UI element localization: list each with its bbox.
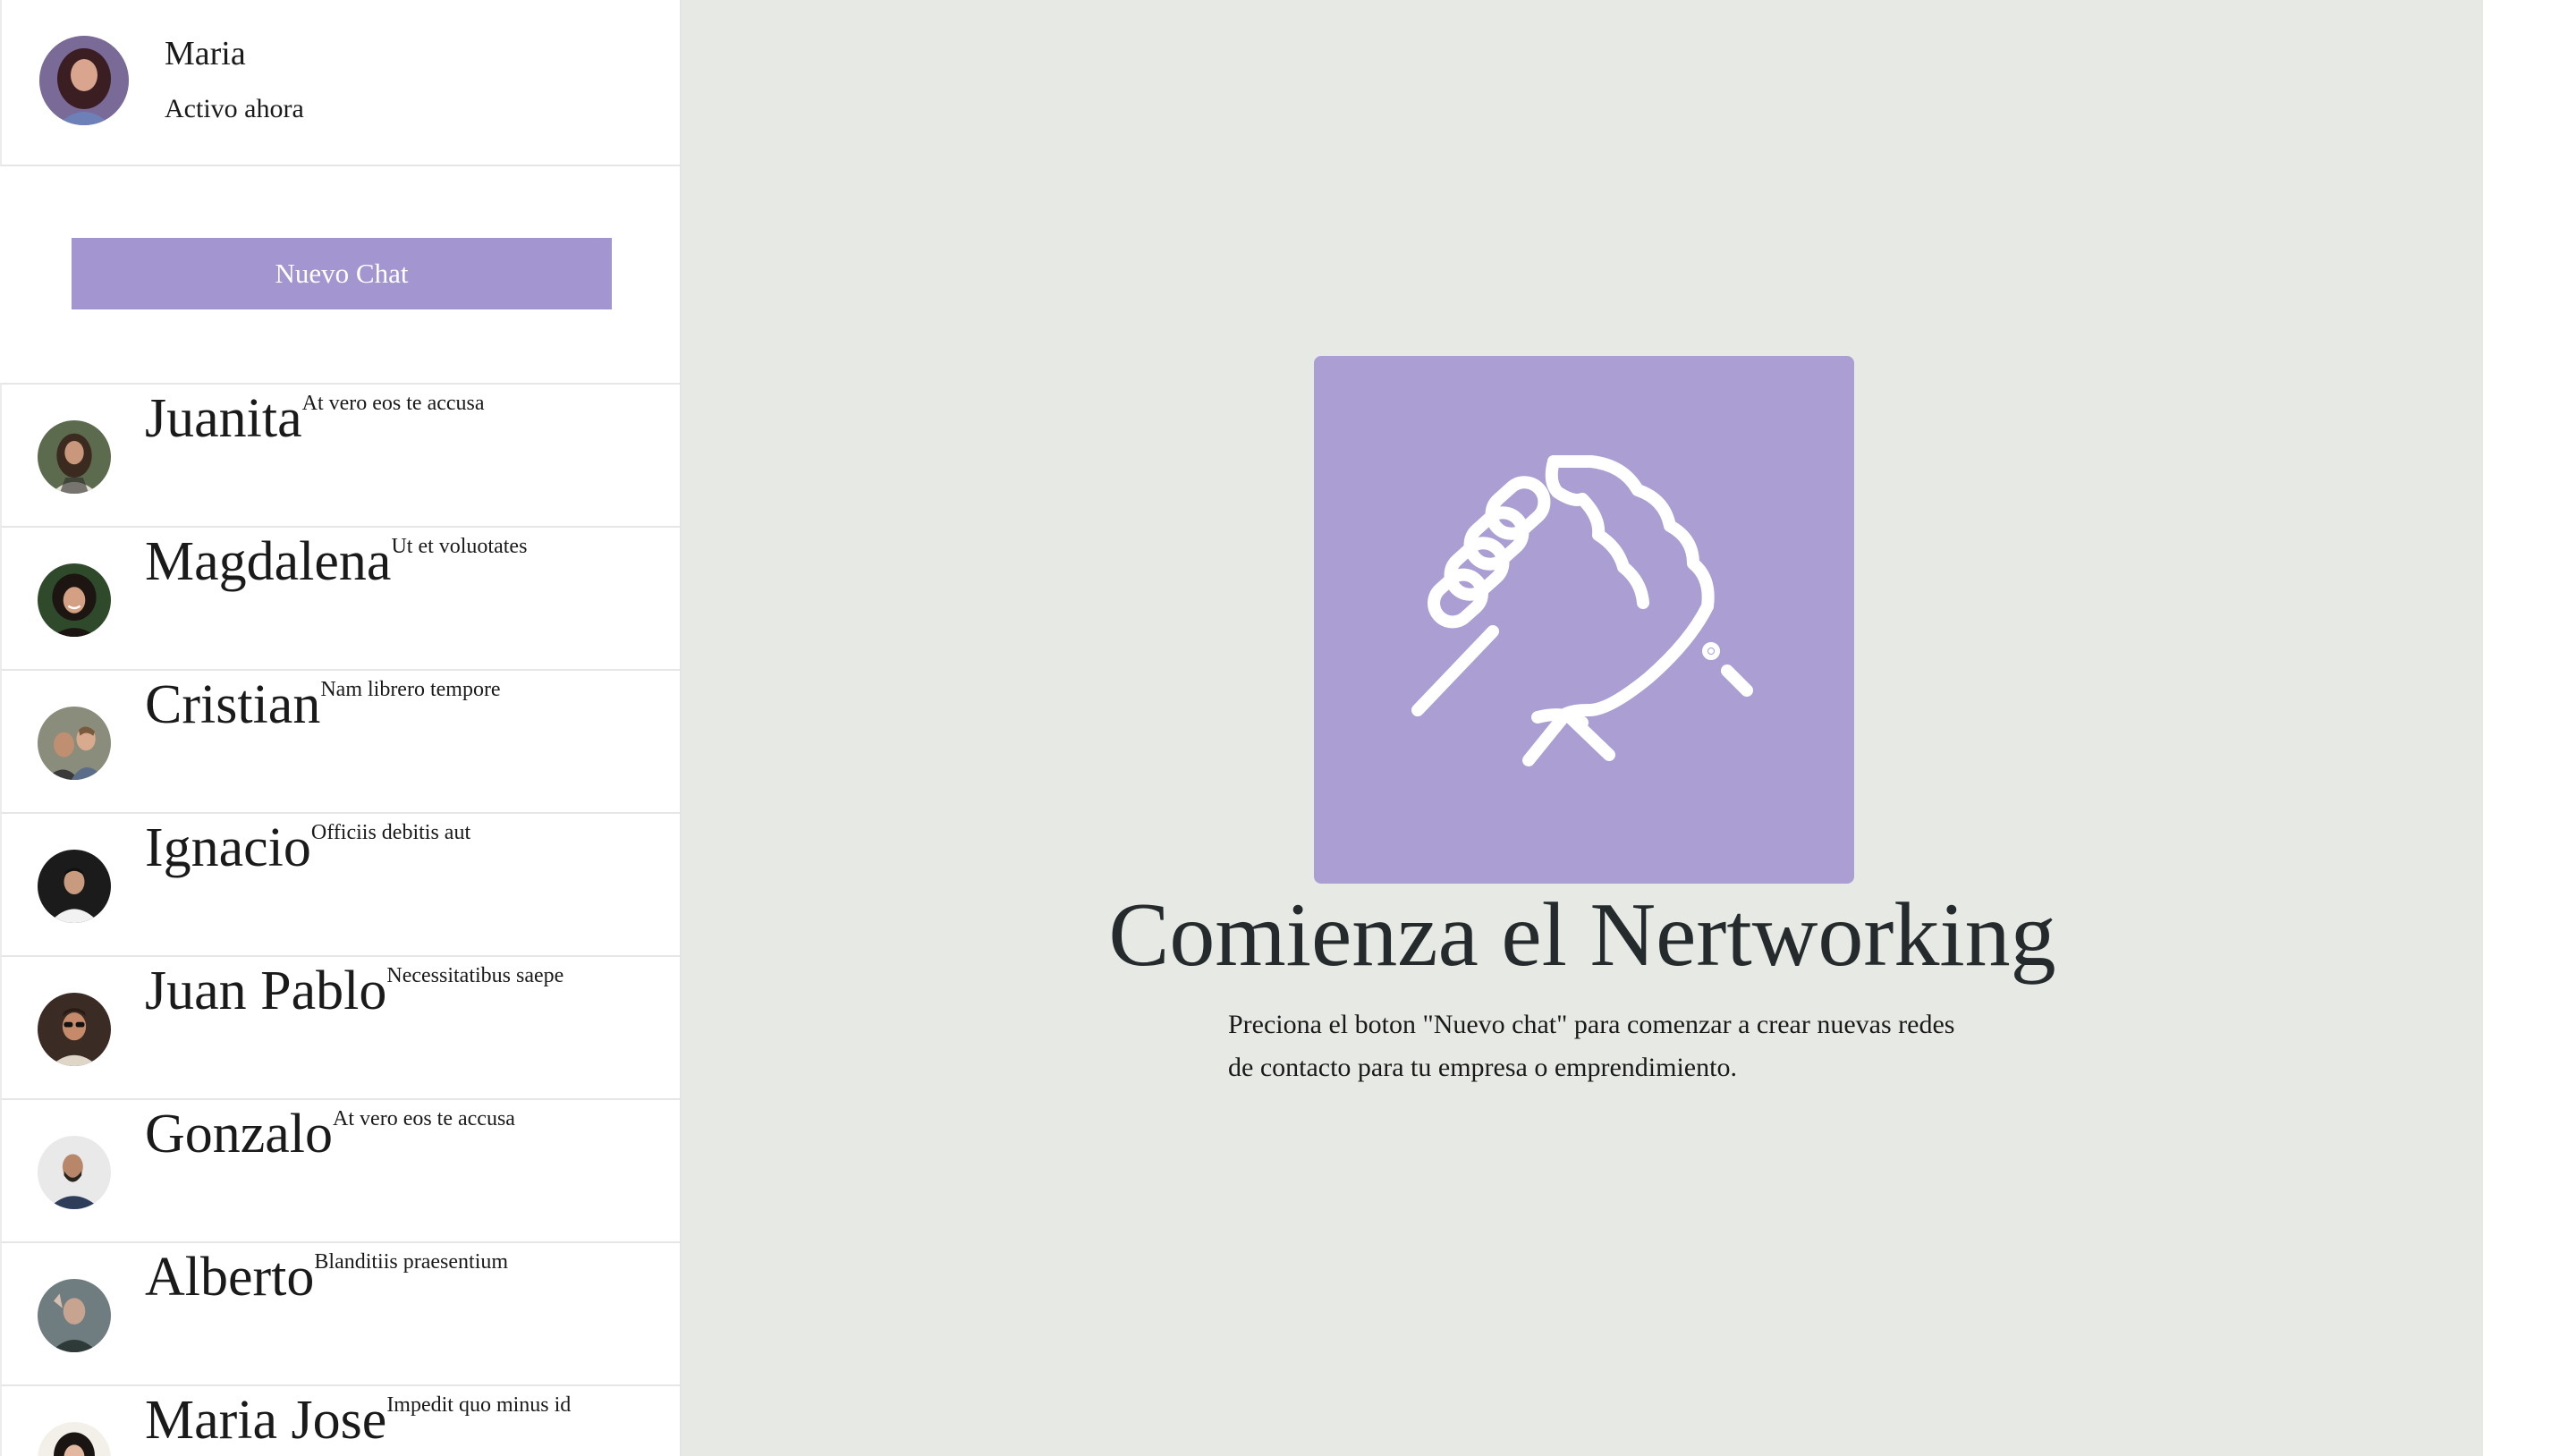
contact-item-maria-jose[interactable]: Maria JoseImpedit quo minus id bbox=[0, 1384, 680, 1456]
new-chat-button[interactable]: Nuevo Chat bbox=[72, 238, 612, 309]
contact-avatar bbox=[38, 1136, 111, 1209]
contact-list: JuanitaAt vero eos te accusa MagdalenaUt… bbox=[0, 383, 680, 1456]
contact-avatar bbox=[38, 1422, 111, 1456]
contact-name: AlbertoBlanditiis praesentium bbox=[145, 1247, 509, 1308]
contact-preview: Necessitatibus saepe bbox=[386, 964, 564, 987]
contact-avatar bbox=[38, 707, 111, 780]
contact-preview: Ut et voluotates bbox=[391, 535, 528, 558]
user-avatar[interactable] bbox=[39, 36, 129, 125]
hero-illustration bbox=[1314, 356, 1854, 884]
contact-item-cristian[interactable]: CristianNam librero tempore bbox=[0, 669, 680, 812]
contact-preview: Nam librero tempore bbox=[320, 678, 501, 701]
contact-name: MagdalenaUt et voluotates bbox=[145, 531, 528, 592]
contact-item-juan-pablo[interactable]: Juan PabloNecessitatibus saepe bbox=[0, 955, 680, 1098]
contact-preview: Officiis debitis aut bbox=[310, 821, 471, 844]
contact-preview: At vero eos te accusa bbox=[333, 1107, 515, 1130]
contact-name: Juan PabloNecessitatibus saepe bbox=[145, 961, 564, 1021]
user-name: Maria bbox=[165, 35, 246, 72]
main-panel: Comienza el Nertworking Preciona el boto… bbox=[682, 0, 2483, 1456]
sidebar: Maria Activo ahora Nuevo Chat JuanitaAt … bbox=[0, 0, 682, 1456]
contact-item-juanita[interactable]: JuanitaAt vero eos te accusa bbox=[0, 383, 680, 526]
new-chat-section: Nuevo Chat bbox=[0, 166, 680, 383]
contact-avatar bbox=[38, 420, 111, 494]
contact-name: IgnacioOfficiis debitis aut bbox=[145, 817, 471, 878]
contact-item-ignacio[interactable]: IgnacioOfficiis debitis aut bbox=[0, 812, 680, 955]
contact-preview: Blanditiis praesentium bbox=[314, 1250, 509, 1274]
hero-title: Comienza el Nertworking bbox=[1108, 885, 2056, 986]
contact-name: GonzaloAt vero eos te accusa bbox=[145, 1104, 515, 1164]
contact-name: JuanitaAt vero eos te accusa bbox=[145, 388, 485, 449]
contact-avatar bbox=[38, 1279, 111, 1352]
contact-preview: Impedit quo minus id bbox=[386, 1393, 572, 1417]
contact-item-gonzalo[interactable]: GonzaloAt vero eos te accusa bbox=[0, 1098, 680, 1241]
profile-header: Maria Activo ahora bbox=[0, 0, 680, 166]
contact-avatar bbox=[38, 850, 111, 923]
contact-preview: At vero eos te accusa bbox=[301, 392, 485, 415]
handshake-icon bbox=[1411, 455, 1753, 766]
contact-name: Maria JoseImpedit quo minus id bbox=[145, 1390, 572, 1451]
user-status: Activo ahora bbox=[165, 94, 304, 123]
contact-avatar bbox=[38, 563, 111, 637]
right-gutter bbox=[2483, 0, 2576, 1456]
contact-item-alberto[interactable]: AlbertoBlanditiis praesentium bbox=[0, 1241, 680, 1384]
hero-description: Preciona el boton "Nuevo chat" para come… bbox=[1228, 1010, 1955, 1082]
contact-name: CristianNam librero tempore bbox=[145, 674, 501, 735]
contact-avatar bbox=[38, 993, 111, 1066]
chat-app: Maria Activo ahora Nuevo Chat JuanitaAt … bbox=[0, 0, 2576, 1456]
contact-item-magdalena[interactable]: MagdalenaUt et voluotates bbox=[0, 526, 680, 669]
